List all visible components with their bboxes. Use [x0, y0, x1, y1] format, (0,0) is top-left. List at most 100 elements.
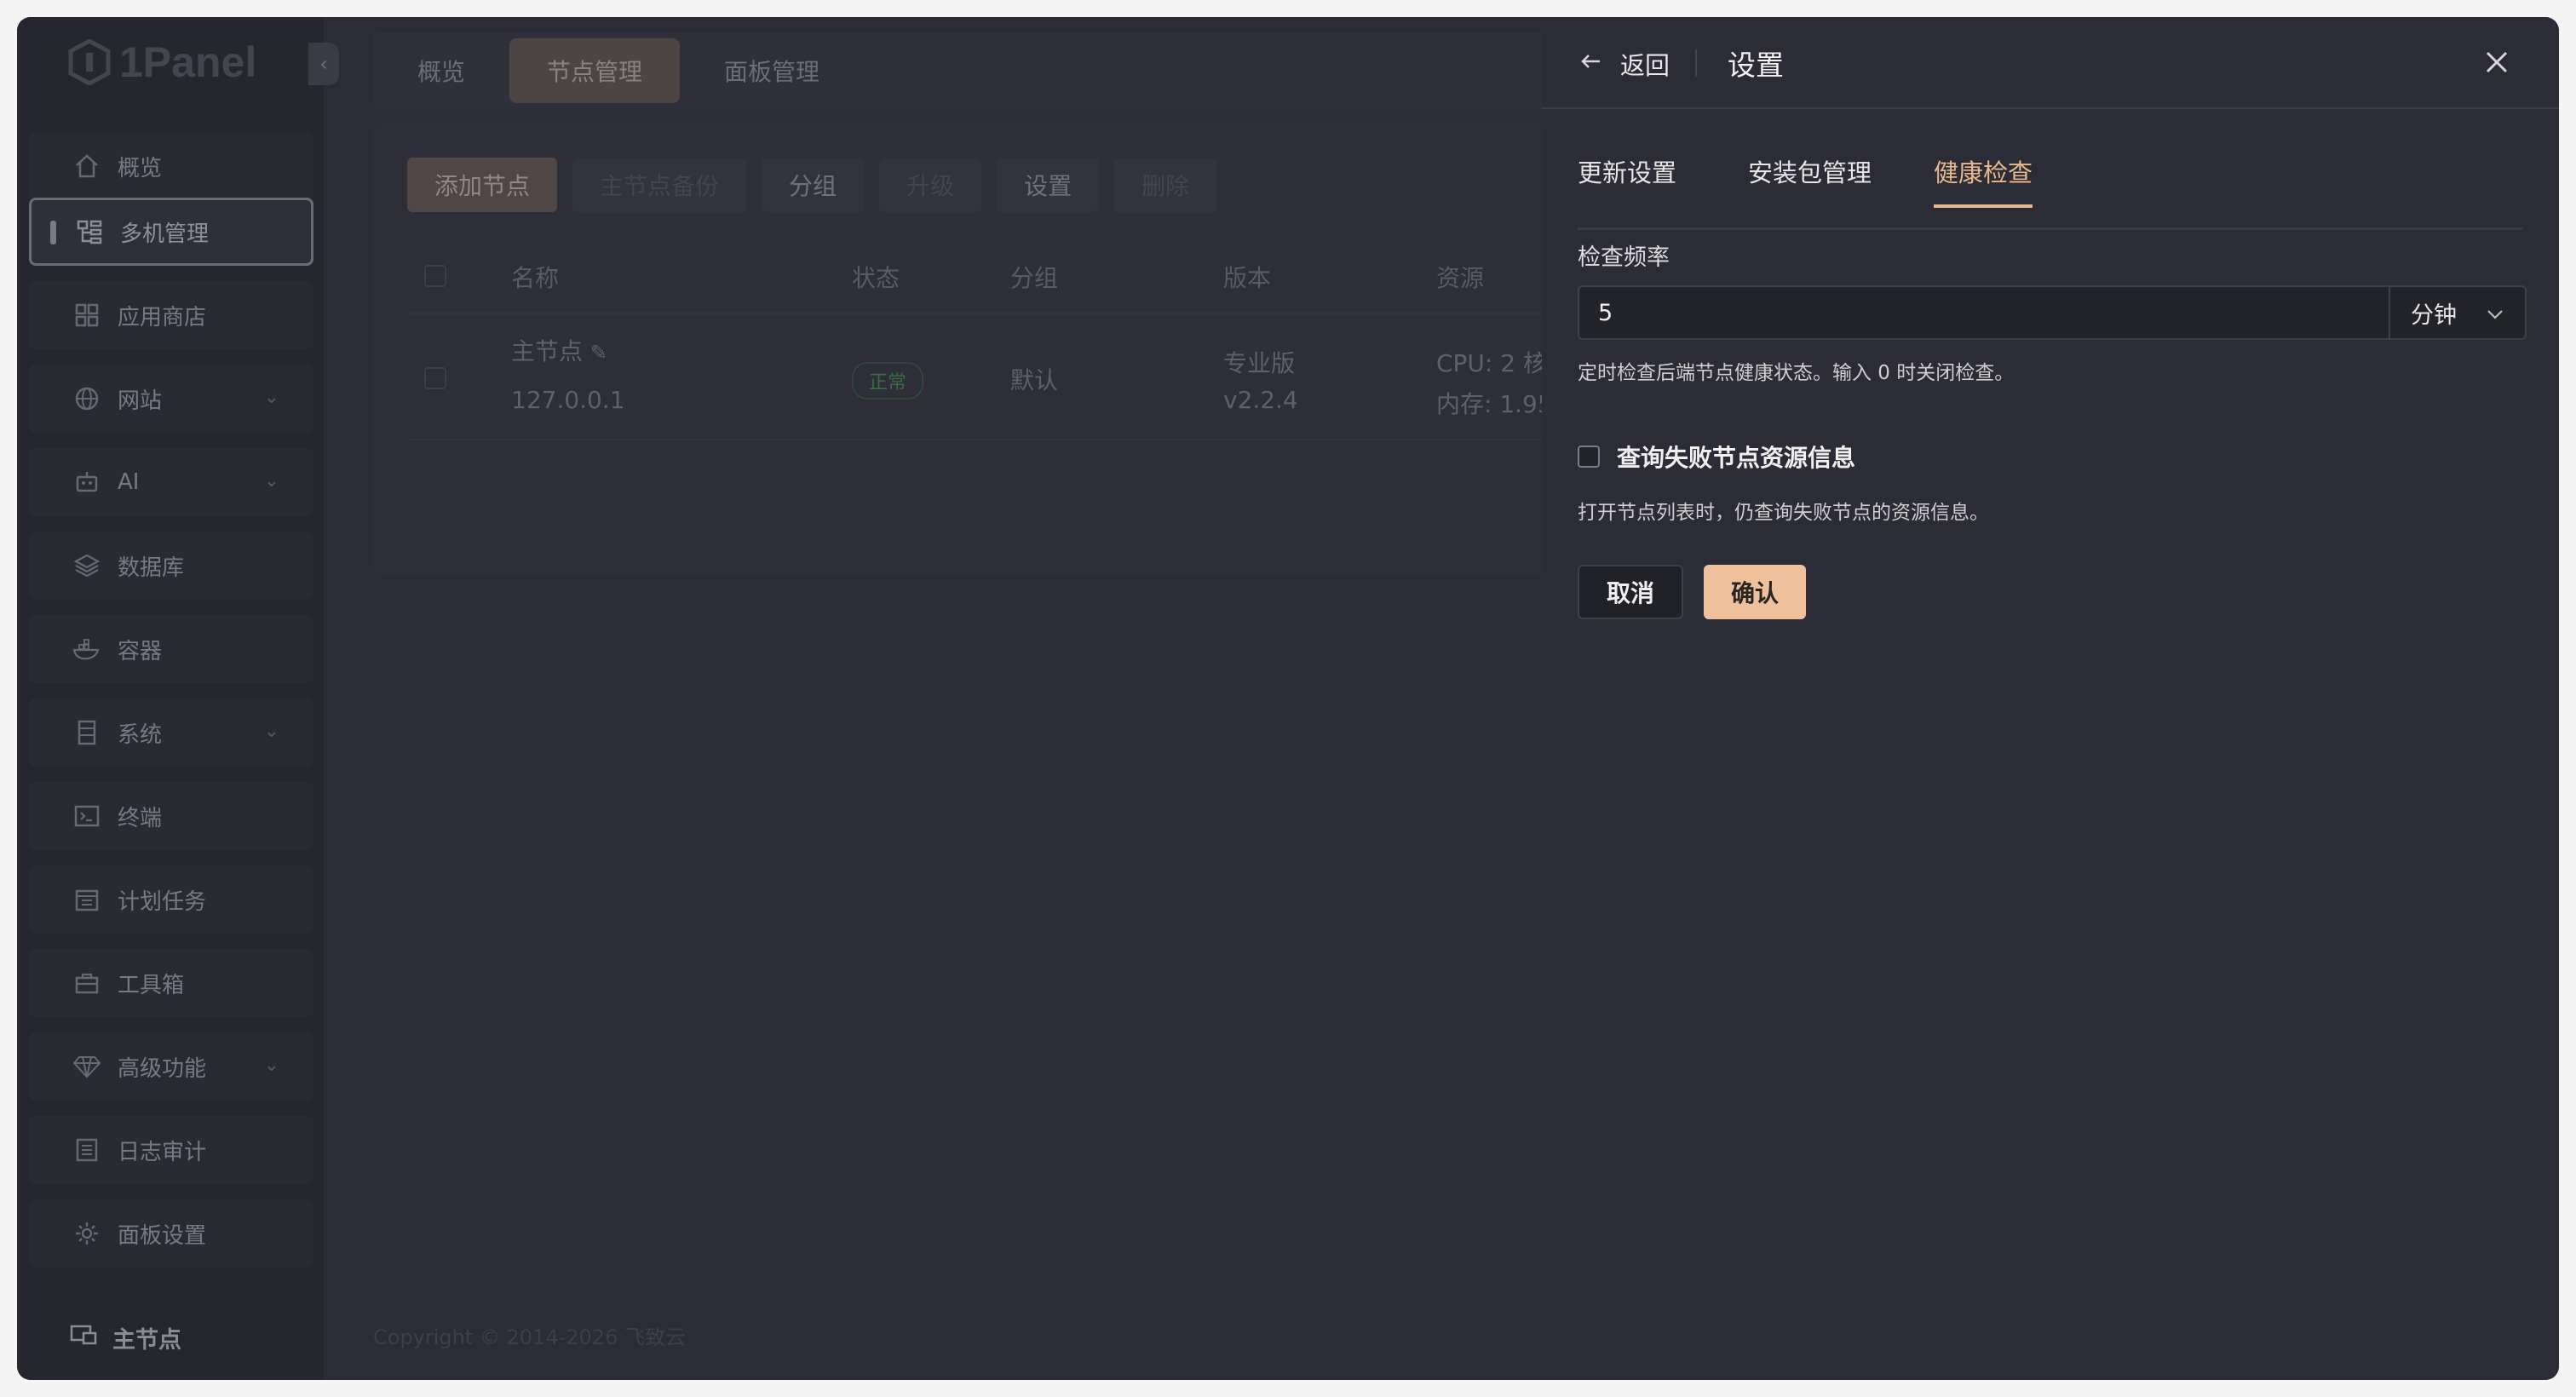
log-icon — [72, 1135, 102, 1165]
system-icon — [72, 717, 102, 748]
check-frequency-hint: 定时检查后端节点健康状态。输入 0 时关闭检查。 — [1578, 362, 2015, 384]
back-button[interactable]: 返回 — [1620, 46, 1670, 82]
query-failed-nodes-hint: 打开节点列表时，仍查询失败节点的资源信息。 — [1578, 502, 1989, 524]
edit-icon[interactable]: ✎ — [590, 341, 607, 365]
add-node-button[interactable]: 添加节点 — [407, 158, 558, 212]
check-frequency-input[interactable] — [1579, 287, 2389, 338]
logo: 1Panel — [68, 32, 256, 92]
sidebar-item-label: 概览 — [118, 155, 163, 181]
drawer-header: 返回 设置 — [1542, 17, 2559, 109]
sidebar-item-label: 多机管理 — [120, 221, 210, 247]
sidebar-item-label: 系统 — [118, 721, 163, 748]
database-icon — [72, 550, 102, 581]
toolbar: 添加节点 主节点备份 分组 升级 设置 删除 — [407, 158, 1217, 212]
container-icon — [72, 634, 102, 664]
column-header-name: 名称 — [511, 264, 560, 292]
sidebar-item-label: AI — [118, 469, 140, 495]
node-group: 默认 — [1010, 366, 1059, 394]
query-failed-nodes-checkbox[interactable] — [1578, 446, 1600, 468]
sidebar-item-multi-machine[interactable]: 多机管理 — [29, 198, 313, 266]
back-arrow-icon[interactable] — [1578, 48, 1605, 75]
group-button[interactable]: 分组 — [762, 158, 865, 212]
query-failed-nodes-label[interactable]: 查询失败节点资源信息 — [1617, 440, 1855, 474]
apps-icon — [72, 300, 102, 331]
copyright-text: Copyright © 2014-2026 飞致云 — [373, 1325, 686, 1349]
master-backup-button[interactable]: 主节点备份 — [572, 158, 747, 212]
sidebar-item-label: 高级功能 — [118, 1055, 207, 1082]
drawer-title: 设置 — [1728, 49, 1784, 82]
globe-icon — [72, 383, 102, 414]
check-frequency-group: 分钟 — [1578, 285, 2527, 340]
cluster-icon — [74, 216, 105, 247]
cancel-button[interactable]: 取消 — [1578, 565, 1684, 619]
status-badge: 正常 — [852, 362, 924, 400]
confirm-button[interactable]: 确认 — [1704, 565, 1807, 619]
chevron-down-icon: ⌄ — [263, 1055, 279, 1076]
select-all-checkbox[interactable] — [424, 265, 446, 287]
sidebar-item-label: 终端 — [118, 805, 163, 831]
sidebar: 1Panel ‹ 概览 多机管理 应用商店 网站 ⌄ AI ⌄ 数据库 容器 系… — [17, 17, 339, 1380]
current-node-label: 主节点 — [112, 1326, 181, 1354]
sidebar-item-database[interactable]: 数据库 — [29, 532, 313, 600]
terminal-icon — [72, 801, 102, 831]
sidebar-item-overview[interactable]: 概览 — [29, 132, 313, 200]
sidebar-item-label: 面板设置 — [118, 1222, 207, 1249]
query-failed-nodes-option[interactable]: 查询失败节点资源信息 — [1578, 440, 1855, 474]
row-checkbox[interactable] — [424, 367, 446, 389]
chevron-down-icon: ⌄ — [263, 721, 279, 742]
app-window: 1Panel ‹ 概览 多机管理 应用商店 网站 ⌄ AI ⌄ 数据库 容器 系… — [17, 17, 2559, 1380]
node-name: 主节点 ✎ — [511, 333, 607, 367]
column-header-version: 版本 — [1223, 264, 1272, 292]
column-header-group: 分组 — [1010, 264, 1059, 292]
sidebar-item-label: 数据库 — [118, 555, 185, 581]
node-switch-icon — [70, 1323, 97, 1353]
node-version: v2.2.4 — [1223, 386, 1298, 414]
drawer-actions: 取消 确认 — [1578, 565, 1807, 619]
unit-select[interactable]: 分钟 — [2389, 287, 2525, 338]
logo-text: 1Panel — [119, 38, 257, 86]
tab-health-check[interactable]: 健康检查 — [1934, 153, 2033, 208]
sidebar-item-panel-settings[interactable]: 面板设置 — [29, 1199, 313, 1268]
settings-button[interactable]: 设置 — [997, 158, 1100, 212]
tab-overview[interactable]: 概览 — [380, 38, 503, 103]
header-divider — [1695, 49, 1697, 77]
settings-drawer: 返回 设置 更新设置 安装包管理 健康检查 检查频率 分钟 定时检查后端节点健康… — [1542, 17, 2559, 1380]
sidebar-item-terminal[interactable]: 终端 — [29, 782, 313, 850]
sidebar-item-website[interactable]: 网站 ⌄ — [29, 365, 313, 433]
sidebar-item-advanced[interactable]: 高级功能 ⌄ — [29, 1032, 313, 1101]
gear-icon — [72, 1218, 102, 1249]
column-header-resources: 资源 — [1436, 264, 1485, 292]
node-edition: 专业版 — [1223, 349, 1296, 377]
delete-button[interactable]: 删除 — [1114, 158, 1217, 212]
sidebar-item-log-audit[interactable]: 日志审计 — [29, 1116, 313, 1184]
logo-hex-icon — [68, 39, 111, 85]
chevron-down-icon: ⌄ — [263, 470, 279, 492]
sidebar-item-label: 网站 — [118, 388, 163, 414]
diamond-icon — [72, 1051, 102, 1082]
calendar-icon — [72, 884, 102, 915]
sidebar-item-label: 容器 — [118, 638, 163, 664]
current-node-switcher[interactable]: 主节点 — [17, 1295, 324, 1380]
chevron-down-icon — [2486, 300, 2504, 326]
tab-package-management[interactable]: 安装包管理 — [1748, 153, 1872, 204]
sidebar-item-label: 应用商店 — [118, 304, 207, 331]
node-name-text: 主节点 — [511, 337, 584, 365]
tab-update-settings[interactable]: 更新设置 — [1578, 153, 1676, 204]
tab-node-management[interactable]: 节点管理 — [509, 38, 681, 103]
upgrade-button[interactable]: 升级 — [879, 158, 982, 212]
sidebar-item-toolbox[interactable]: 工具箱 — [29, 949, 313, 1017]
sidebar-item-ai[interactable]: AI ⌄ — [29, 448, 313, 516]
sidebar-item-container[interactable]: 容器 — [29, 615, 313, 683]
tab-panel-management[interactable]: 面板管理 — [687, 38, 857, 103]
node-ip: 127.0.0.1 — [511, 386, 625, 414]
sidebar-item-label: 工具箱 — [118, 972, 185, 998]
sidebar-item-system[interactable]: 系统 ⌄ — [29, 698, 313, 767]
check-frequency-label: 检查频率 — [1578, 244, 1670, 271]
unit-select-value: 分钟 — [2411, 302, 2457, 329]
drawer-tab-bar: 更新设置 安装包管理 健康检查 — [1578, 153, 2523, 230]
sidebar-item-app-store[interactable]: 应用商店 — [29, 281, 313, 349]
close-icon[interactable] — [2482, 48, 2511, 77]
sidebar-item-cron[interactable]: 计划任务 — [29, 865, 313, 934]
column-header-status: 状态 — [852, 264, 900, 292]
sidebar-item-label: 日志审计 — [118, 1139, 207, 1165]
